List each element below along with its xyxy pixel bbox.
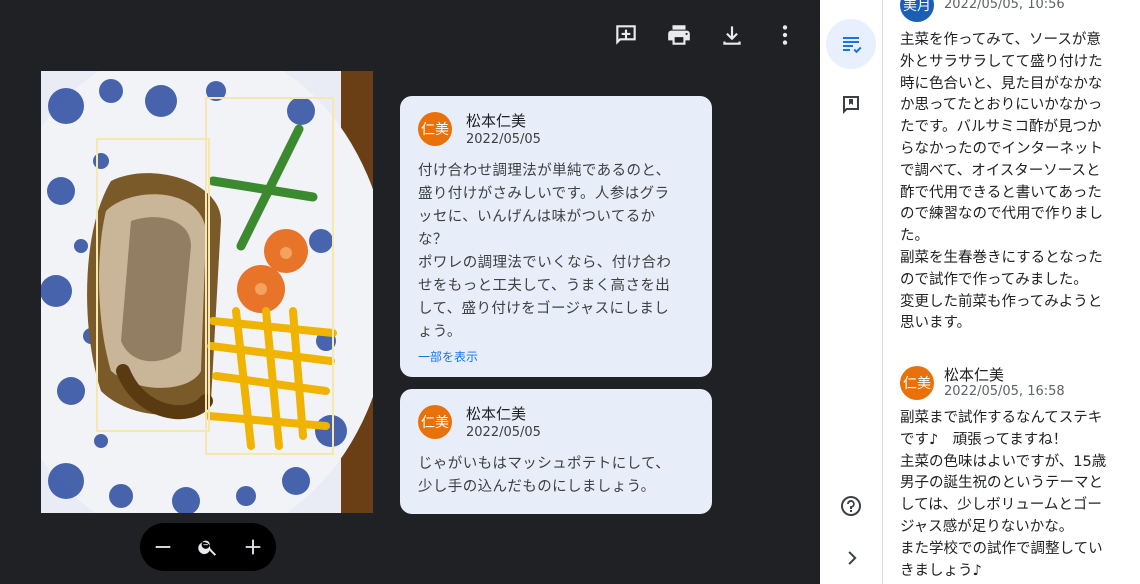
download-icon[interactable]	[715, 18, 749, 52]
comment-text: じゃがいもはマッシュポテトにして、 少し手の込んだものにしましょう。	[418, 456, 671, 495]
zoom-out-icon[interactable]	[148, 532, 178, 562]
comment-icon[interactable]	[826, 80, 876, 130]
show-more-link[interactable]: 一部を表示	[418, 348, 694, 365]
comment-card[interactable]: 仁美 松本仁美 2022/05/05 じゃがいもはマッシュポテトにして、 少し手…	[400, 389, 712, 514]
avatar: 美月	[900, 0, 934, 22]
help-icon[interactable]	[826, 481, 876, 531]
avatar: 仁美	[418, 405, 452, 439]
avatar: 仁美	[418, 112, 452, 146]
print-icon[interactable]	[662, 18, 696, 52]
avatar: 仁美	[900, 366, 934, 400]
comment-author: 松本仁美	[466, 405, 527, 423]
zoom-in-icon[interactable]	[238, 532, 268, 562]
comment-date: 2022/05/05, 16:58	[944, 384, 1065, 399]
comment-card[interactable]: 仁美 松本仁美 2022/05/05 付け合わせ調理法が単純であるのと、 盛り付…	[400, 96, 712, 377]
comment-text: 主菜を作ってみて、ソースが意 外とサラサラしてて盛り付けた 時に色合いと、見た目…	[900, 32, 1103, 332]
panel-comment: 美月 2022/05/05, 10:56 主菜を作ってみて、ソースが意 外とサラ…	[900, 0, 1132, 335]
comment-date: 2022/05/05, 10:56	[944, 0, 1065, 12]
comment-text: 付け合わせ調理法が単純であるのと、 盛り付けがさみしいです。人参はグラ ッセに、…	[418, 163, 672, 340]
document-viewer: 仁美 松本仁美 2022/05/05 付け合わせ調理法が単純であるのと、 盛り付…	[0, 0, 820, 584]
food-photo	[41, 71, 373, 513]
more-vert-icon[interactable]	[768, 18, 802, 52]
comments-panel: 美月 2022/05/05, 10:56 主菜を作ってみて、ソースが意 外とサラ…	[883, 0, 1140, 584]
comment-date: 2022/05/05	[466, 132, 541, 147]
chevron-right-icon[interactable]	[826, 533, 876, 583]
side-rail	[820, 0, 883, 584]
comment-text: 副菜まで試作するなんてステキ です♪ 頑張ってますね！ 主菜の色味はよいですが、…	[900, 410, 1107, 579]
panel-comment: 仁美 松本仁美 2022/05/05, 16:58 副菜まで試作するなんてステキ…	[900, 366, 1132, 582]
zoom-icon[interactable]	[193, 532, 223, 562]
comment-date: 2022/05/05	[466, 425, 541, 440]
zoom-controls	[140, 523, 276, 571]
list-check-icon[interactable]	[826, 19, 876, 69]
comment-author: 松本仁美	[944, 366, 1005, 384]
add-comment-icon[interactable]	[609, 18, 643, 52]
comment-author: 松本仁美	[466, 112, 527, 130]
